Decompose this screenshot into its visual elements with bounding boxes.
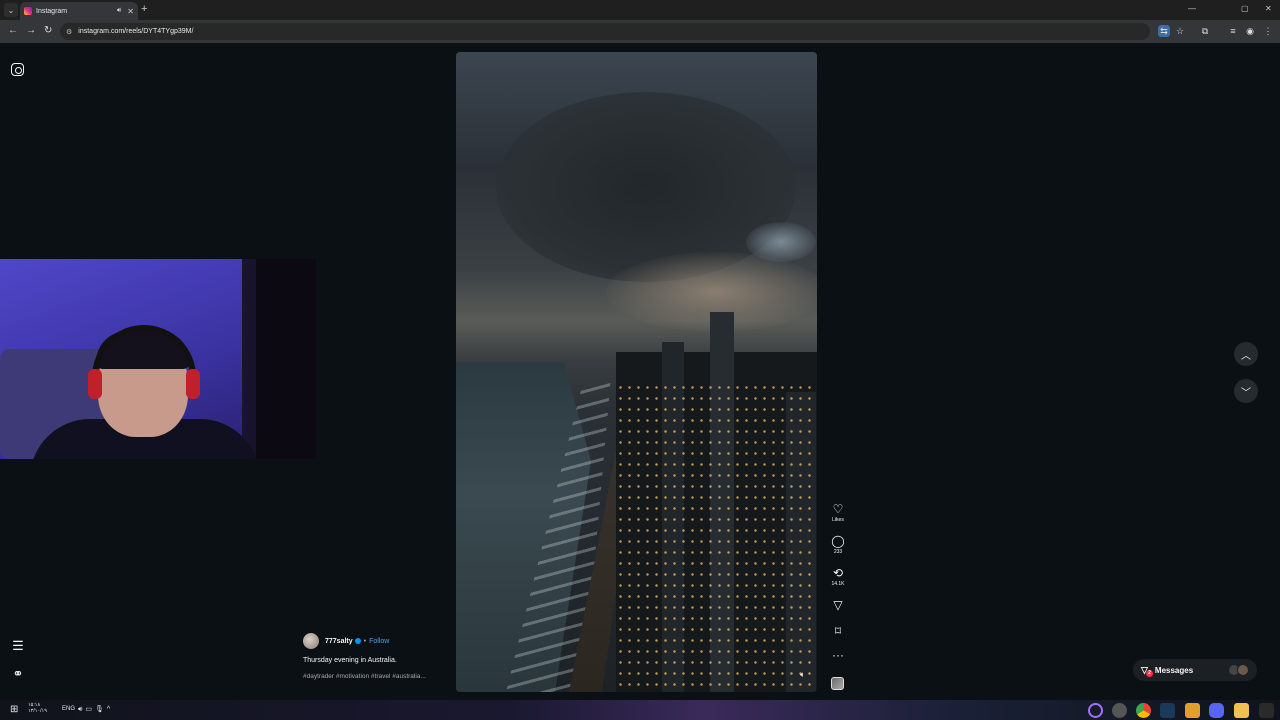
new-tab-button[interactable]: + [141, 3, 147, 15]
bookmark-star-icon[interactable]: ☆ [1174, 25, 1186, 37]
chrome-icon[interactable] [1136, 703, 1151, 718]
more-options-button[interactable]: ··· [826, 648, 850, 662]
message-avatars [1228, 664, 1249, 676]
separator-dot: • [363, 637, 367, 645]
repost-icon: ⟲ [832, 566, 844, 580]
avatar[interactable] [303, 633, 319, 649]
browser-tab-strip: ⌄ Instagram 🔊︎ ✕ + — ▢ ✕ [0, 0, 1280, 20]
share-button[interactable]: ▽ [826, 598, 850, 612]
reload-icon[interactable]: ↻ [44, 25, 52, 36]
extensions-icon[interactable]: ⧉ [1199, 25, 1211, 37]
headset-left-ear [88, 369, 102, 399]
address-bar[interactable]: ⚙ instagram.com/reels/DYT4TYgp39M/ [60, 23, 1150, 40]
chevron-up-icon: ︿ [1241, 350, 1251, 362]
url-text: instagram.com/reels/DYT4TYgp39M/ [78, 28, 194, 35]
messenger-icon: ▽ 2 [1141, 665, 1153, 677]
chevron-down-icon: ﹀ [1241, 387, 1251, 399]
chevron-down-icon: ⌄ [7, 5, 15, 15]
app-grid-icon[interactable] [1259, 703, 1274, 718]
messages-label: Messages [1154, 665, 1194, 675]
taskbar-clock[interactable]: ۱۵:۱۸ ۱۳/۱۰/۱۹ [28, 702, 47, 714]
browser-tab-instagram[interactable]: Instagram 🔊︎ ✕ [20, 2, 138, 20]
username-link[interactable]: 777salty [325, 638, 353, 645]
windows-taskbar: ⊞ ۱۵:۱۸ ۱۳/۱۰/۱۹ ENG 🔊︎▭🎙︎^ [0, 700, 1280, 720]
comment-icon: ◯ [831, 534, 845, 548]
app-yellow-icon[interactable] [1185, 703, 1200, 718]
kebab-menu-icon[interactable]: ⋮ [1262, 25, 1274, 37]
messages-button[interactable]: ▽ 2 Messages [1133, 659, 1257, 681]
heart-icon: ♡ [832, 502, 844, 516]
app-circle-icon[interactable] [1088, 703, 1103, 718]
webcam-dark-area [256, 259, 316, 459]
previous-reel-button[interactable]: ︿ [1234, 342, 1258, 366]
maximize-button[interactable]: ▢ [1241, 4, 1249, 13]
start-icon[interactable]: ⊞ [10, 704, 18, 715]
more-icon: ··· [832, 648, 844, 662]
file-explorer-icon[interactable] [1234, 703, 1249, 718]
webcam-overlay [0, 259, 316, 459]
hamburger-icon[interactable]: ☰ [11, 638, 25, 653]
instagram-favicon-icon [24, 7, 32, 15]
video-city-lights [616, 382, 817, 692]
comment-button[interactable]: ◯ 233 [826, 534, 850, 555]
caption-hashtags[interactable]: #daytrader #motivation #travel #australi… [303, 673, 453, 680]
obs-icon[interactable] [1112, 703, 1127, 718]
language-indicator[interactable]: ENG [62, 706, 75, 712]
system-tray-icons[interactable]: 🔊︎▭🎙︎^ [78, 705, 113, 714]
profile-icon[interactable]: ◉ [1244, 25, 1256, 37]
comment-count: 233 [833, 549, 843, 555]
tab-title: Instagram [36, 7, 68, 15]
window-close-button[interactable]: ✕ [1265, 4, 1272, 13]
tab-search-button[interactable]: ⌄ [4, 3, 18, 17]
translate-icon[interactable]: ⇆ [1158, 25, 1170, 37]
repost-count: 14.1K [831, 581, 845, 587]
unread-badge: 2 [1146, 669, 1153, 677]
steam-icon[interactable] [1160, 703, 1175, 718]
like-label: Likes [832, 517, 844, 523]
caption-text: Thursday evening in Australia. [303, 657, 397, 664]
close-icon[interactable]: ✕ [127, 7, 134, 16]
discord-icon[interactable] [1209, 703, 1224, 718]
media-control-icon[interactable]: ≡ [1227, 25, 1239, 37]
browser-toolbar: ← → ↻ ⚙ instagram.com/reels/DYT4TYgp39M/… [0, 20, 1280, 43]
clock-date: ۱۳/۱۰/۱۹ [28, 708, 47, 714]
follow-button[interactable]: Follow [369, 638, 389, 645]
next-reel-button[interactable]: ﹀ [1234, 379, 1258, 403]
send-icon: ▽ [833, 598, 843, 612]
verified-badge-icon [354, 638, 361, 644]
like-button[interactable]: ♡ Likes [826, 502, 850, 523]
meta-threads-icon[interactable]: ⚭ [11, 666, 25, 681]
forward-icon[interactable]: → [26, 25, 36, 36]
save-button[interactable]: ⌑ [826, 624, 850, 638]
avatar [1237, 664, 1249, 676]
minimize-button[interactable]: — [1188, 4, 1196, 13]
instagram-icon[interactable] [11, 63, 24, 76]
original-audio-thumbnail[interactable] [831, 677, 844, 690]
site-info-icon[interactable]: ⚙ [66, 28, 72, 36]
repost-button[interactable]: ⟲ 14.1K [826, 566, 850, 587]
bookmark-icon: ⌑ [834, 624, 842, 638]
back-icon[interactable]: ← [8, 25, 18, 36]
reel-caption: 777salty • Follow Thursday evening in Au… [303, 633, 453, 680]
speaker-muted-icon[interactable]: 🔈︎ [800, 670, 805, 680]
instagram-reels-page: ☰ ⚭ 🔈︎ ♡ Likes ◯ 233 ⟲ 14.1K ▽ ⌑ ··· 777… [0, 43, 1280, 700]
speaker-icon[interactable]: 🔊︎ [117, 7, 121, 15]
reel-video[interactable]: 🔈︎ [456, 52, 817, 692]
headset-right-ear [186, 369, 200, 399]
